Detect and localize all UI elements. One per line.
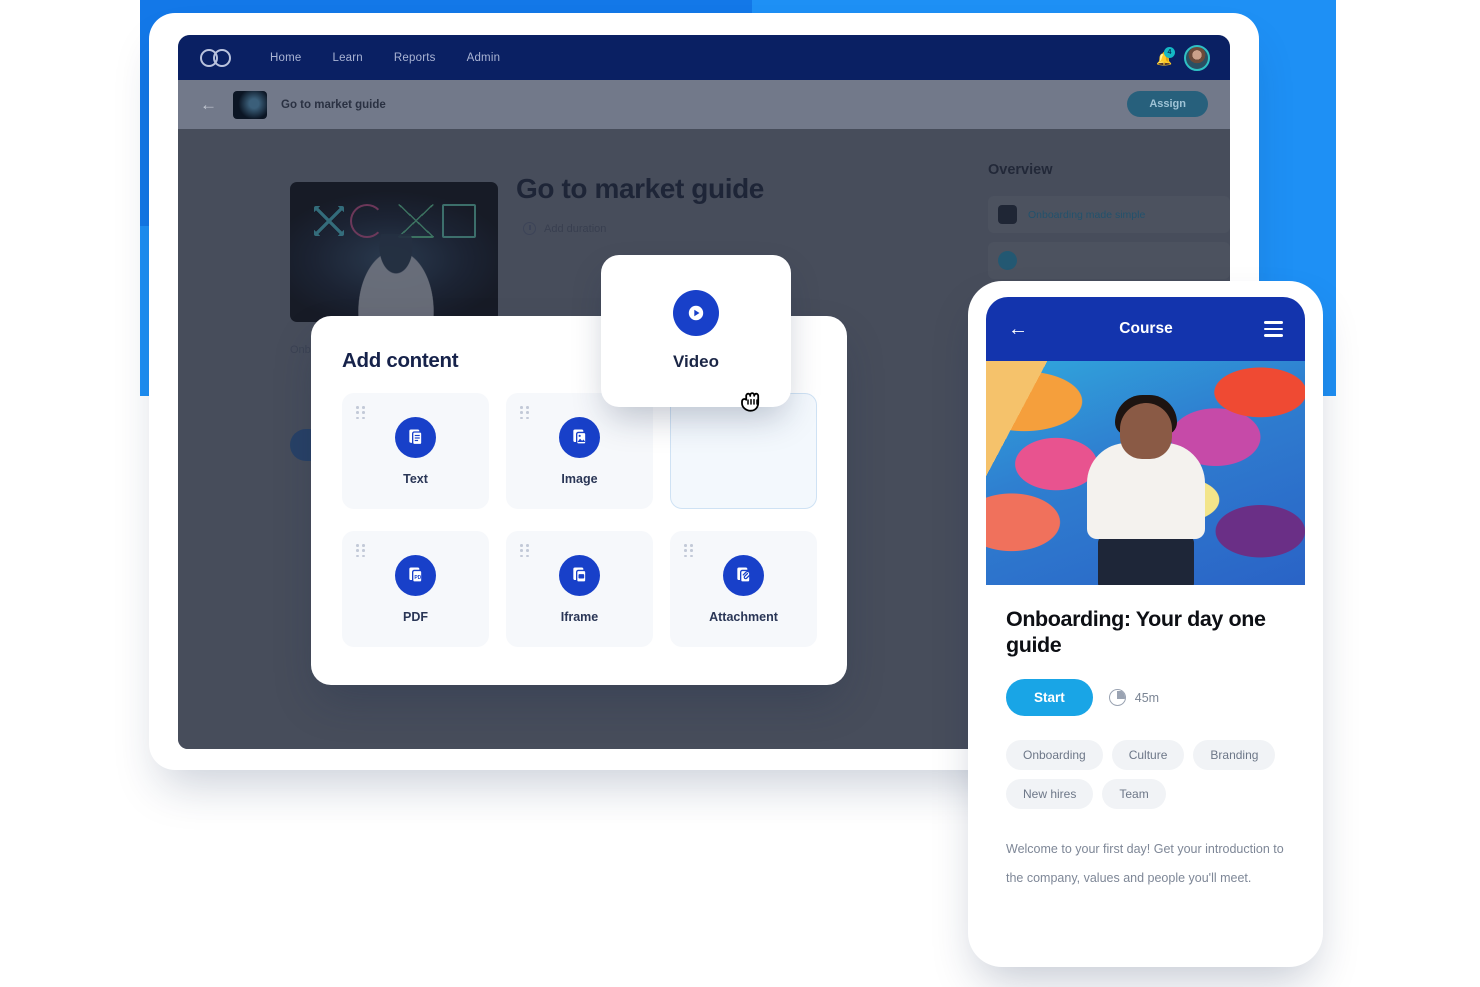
attachment-paperclip-icon [723,555,764,596]
back-arrow-icon[interactable]: ← [200,95,217,115]
tag-culture[interactable]: Culture [1112,740,1185,770]
content-tile-text[interactable]: Text [342,393,489,509]
course-tags: Onboarding Culture Branding New hires Te… [1006,740,1285,809]
desktop-navbar: Home Learn Reports Admin 🔔 4 [178,35,1230,80]
dragged-card-label: Video [673,352,719,372]
sidebar-item-second[interactable] [988,242,1230,279]
course-title: Onboarding: Your day one guide [1006,606,1285,658]
content-tile-label: Attachment [709,610,778,624]
course-thumbnail [233,91,267,119]
image-icon [559,417,600,458]
content-tile-label: PDF [403,610,428,624]
hero-person [348,234,444,322]
phone-navbar: ← Course [986,297,1305,361]
drag-handle-icon[interactable] [520,544,530,558]
hamburger-menu-icon[interactable] [1264,321,1283,336]
play-circle-icon [998,251,1017,270]
content-tile-attachment[interactable]: Attachment [670,531,817,647]
course-duration: 45m [1109,689,1159,706]
nav-item-admin[interactable]: Admin [467,52,501,64]
content-type-grid: Text Image [342,393,817,647]
course-hero-thumbnail [290,182,498,322]
drag-handle-icon[interactable] [356,406,366,420]
sidebar-item-label: Onboarding made simple [1028,209,1145,221]
breadcrumb: Go to market guide [281,99,386,111]
neon-circle-shape [350,204,384,238]
add-duration-label: Add duration [544,223,606,235]
clock-icon [523,222,536,235]
drag-handle-icon[interactable] [520,406,530,420]
tag-team[interactable]: Team [1102,779,1165,809]
back-arrow-icon[interactable]: ← [1008,319,1028,339]
content-tile-pdf[interactable]: PDF PDF [342,531,489,647]
duration-label: 45m [1135,691,1159,705]
nav-item-learn[interactable]: Learn [332,52,362,64]
neon-x-shape [314,206,344,236]
text-document-icon [395,417,436,458]
grabbing-hand-cursor [735,385,769,419]
content-tile-iframe[interactable]: Iframe [506,531,653,647]
desktop-nav-right: 🔔 4 [1156,35,1210,80]
overview-sidebar: Overview Onboarding made simple [988,129,1230,288]
phone-screen: ← Course Onboarding: Your day one guide … [986,297,1305,950]
course-actions: Start 45m [1006,679,1285,716]
video-play-icon [673,290,719,336]
neon-triangle-shape [398,204,434,238]
clock-icon [1109,689,1126,706]
assign-button[interactable]: Assign [1127,91,1208,117]
content-tile-label: Image [561,472,597,486]
course-hero-image [986,361,1305,585]
start-button[interactable]: Start [1006,679,1093,716]
bell-icon[interactable]: 🔔 4 [1156,50,1170,66]
sidebar-item-onboarding-made-simple[interactable]: Onboarding made simple [988,196,1230,233]
svg-text:PDF: PDF [414,575,424,581]
video-thumb-icon [998,205,1017,224]
tag-new-hires[interactable]: New hires [1006,779,1093,809]
phone-content: Onboarding: Your day one guide Start 45m… [986,585,1305,893]
hero-person-head [1120,403,1172,459]
nav-item-reports[interactable]: Reports [394,52,436,64]
user-avatar[interactable] [1184,45,1210,71]
drag-handle-icon[interactable] [684,544,694,558]
add-duration-field[interactable]: Add duration [523,222,606,235]
nav-item-home[interactable]: Home [270,52,301,64]
infinity-logo-icon[interactable] [200,49,240,67]
drag-handle-icon[interactable] [356,544,366,558]
notification-badge: 4 [1164,47,1175,58]
content-tile-label: Text [403,472,428,486]
course-description: Welcome to your first day! Get your intr… [1006,835,1285,893]
screenshot-stage: Home Learn Reports Admin 🔔 4 ← Go to mar… [0,0,1480,987]
desktop-subheader: ← Go to market guide Assign [178,80,1230,129]
content-tile-image[interactable]: Image [506,393,653,509]
tag-branding[interactable]: Branding [1193,740,1275,770]
page-title: Go to market guide [516,173,764,205]
tag-onboarding[interactable]: Onboarding [1006,740,1103,770]
iframe-window-icon [559,555,600,596]
overview-heading: Overview [988,162,1230,178]
phone-page-title: Course [1119,320,1172,338]
hero-person-legs [1098,535,1194,585]
content-tile-label: Iframe [561,610,599,624]
pdf-icon: PDF [395,555,436,596]
desktop-nav-links: Home Learn Reports Admin [270,52,500,64]
neon-square-shape [442,204,476,238]
